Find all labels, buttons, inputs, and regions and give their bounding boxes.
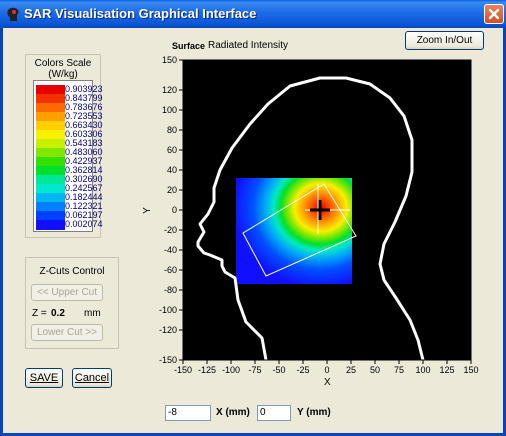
y-coordinate-field[interactable]: 0 (257, 405, 291, 421)
x-axis-label: X (324, 377, 331, 388)
x-tick-label: 75 (393, 365, 404, 375)
x-tick-label: 25 (345, 365, 356, 375)
x-tick-label: 125 (439, 365, 455, 375)
y-tick-label: -60 (163, 265, 177, 275)
x-tick-label: -100 (221, 365, 240, 375)
x-tick-label: -125 (197, 365, 216, 375)
y-tick-label: 0 (171, 205, 177, 215)
x-tick-marks (182, 360, 472, 364)
y-tick-label: -40 (163, 245, 177, 255)
y-tick-label: 100 (161, 105, 177, 115)
x-tick-label: -150 (173, 365, 192, 375)
y-tick-label: 60 (166, 145, 177, 155)
x-tick-label: -50 (272, 365, 286, 375)
x-tick-label: 100 (415, 365, 431, 375)
y-axis-label: Y (141, 207, 153, 214)
x-tick-label: -25 (296, 365, 310, 375)
sar-window: SAR Visualisation Graphical Interface Co… (0, 0, 506, 436)
y-tick-label: -120 (158, 325, 177, 335)
x-coordinate-label: X (mm) (216, 407, 250, 418)
y-tick-marks (179, 59, 183, 361)
y-coordinate-label: Y (mm) (297, 407, 331, 418)
y-tick-label: -20 (163, 225, 177, 235)
x-tick-label: 50 (369, 365, 380, 375)
x-tick-label: -75 (248, 365, 262, 375)
y-tick-label: -100 (158, 305, 177, 315)
y-tick-label: 150 (161, 55, 177, 65)
x-coordinate-field[interactable]: -8 (165, 405, 211, 421)
sar-heatmap (236, 178, 352, 284)
y-tick-label: -150 (158, 355, 177, 365)
y-tick-label: 40 (166, 165, 177, 175)
y-tick-label: 120 (161, 85, 177, 95)
y-tick-label: 20 (166, 185, 177, 195)
x-tick-label: 0 (324, 365, 330, 375)
y-tick-label: -80 (163, 285, 177, 295)
y-tick-label: 80 (166, 125, 177, 135)
x-tick-label: 150 (463, 365, 479, 375)
